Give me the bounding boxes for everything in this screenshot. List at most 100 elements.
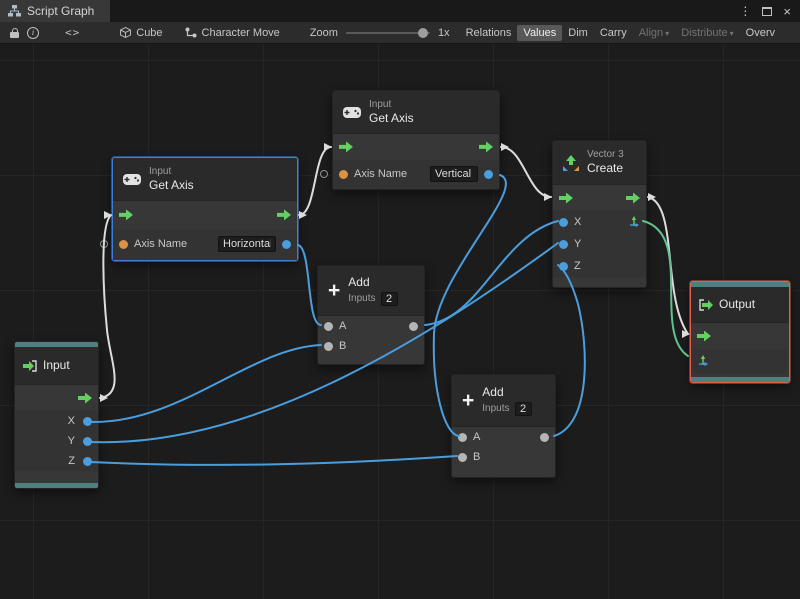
maximize-icon[interactable] — [762, 6, 773, 16]
zoom-value: 1x — [437, 26, 450, 39]
flow-out-port[interactable] — [78, 392, 92, 404]
align-dropdown[interactable]: Align ▾ — [633, 25, 675, 41]
fit-graph-icon[interactable]: <> — [61, 24, 84, 42]
x-out-port[interactable] — [83, 416, 92, 426]
node-get-axis-horizontal[interactable]: Input Get Axis Axis Name — [100, 157, 298, 261]
zoom-label: Zoom — [309, 26, 338, 39]
node-title: Add — [348, 275, 370, 290]
port-row-a: A — [318, 316, 424, 336]
flow-out-port[interactable] — [626, 192, 640, 204]
tab-title: Script Graph — [27, 4, 95, 18]
node-add-1[interactable]: + Add Inputs A B — [317, 265, 425, 365]
gamepad-icon — [123, 173, 141, 185]
node-graph-input[interactable]: Input X Y Z — [14, 341, 99, 489]
flow-in-port[interactable] — [559, 192, 573, 204]
graph-canvas[interactable]: Input Get Axis Axis Name Vertical Input … — [0, 44, 800, 599]
wire-flow-vector3-to-output[interactable] — [647, 196, 689, 335]
port-label: X — [574, 216, 582, 228]
port-label: Y — [574, 238, 582, 250]
chevron-down-icon: ▾ — [729, 28, 734, 38]
node-add-2[interactable]: + Add Inputs A B — [451, 374, 556, 478]
flow-out-port[interactable] — [277, 209, 291, 221]
port-label: B — [339, 340, 347, 352]
info-icon[interactable]: i — [23, 24, 43, 42]
z-out-port[interactable] — [83, 456, 92, 466]
y-out-port[interactable] — [83, 436, 92, 446]
flow-out-port[interactable] — [479, 141, 493, 153]
inputs-label: Inputs — [482, 402, 510, 414]
add-icon: + — [328, 279, 341, 302]
vector-port-row — [691, 349, 789, 373]
sum-port[interactable] — [540, 432, 549, 442]
zoom-slider[interactable] — [345, 27, 430, 38]
zoom-slider-handle[interactable] — [417, 27, 428, 38]
inputs-count-input[interactable] — [380, 291, 398, 306]
vector3-in-port-move-icon[interactable] — [697, 355, 709, 367]
carry-button[interactable]: Carry — [594, 25, 633, 41]
flow-in-port[interactable] — [697, 330, 711, 342]
overview-button[interactable]: Overv — [740, 25, 781, 41]
input-b-port[interactable] — [324, 341, 333, 351]
x-port[interactable] — [559, 217, 568, 227]
lock-icon[interactable] — [6, 24, 23, 42]
node-get-axis-vertical[interactable]: Input Get Axis Axis Name — [320, 90, 500, 190]
breadcrumb-gameobject[interactable]: Cube — [120, 26, 163, 39]
port-label: A — [473, 431, 481, 443]
wire-input-x-to-add1-b[interactable] — [89, 344, 322, 424]
graph-toolbar: i <> Cube Character Move Zoom 1x Relatio… — [0, 22, 800, 44]
z-port[interactable] — [559, 261, 568, 271]
node-graph-output[interactable]: Output — [690, 281, 790, 383]
node-header: + Add Inputs — [318, 266, 424, 316]
flow-in-port[interactable] — [339, 141, 353, 153]
node-header: Input Get Axis — [113, 158, 297, 202]
node-vector3-create[interactable]: Vector 3 Create X Y Z — [552, 140, 647, 288]
relations-button[interactable]: Relations — [460, 25, 518, 41]
inputs-label: Inputs — [348, 292, 376, 304]
flow-port-row — [333, 134, 499, 159]
flow-arrowhead — [648, 193, 656, 201]
vector3-result-port-move-icon[interactable] — [628, 216, 640, 228]
node-header: + Add Inputs — [452, 375, 555, 427]
flow-in-port[interactable] — [119, 209, 133, 221]
graph-output-icon — [699, 298, 713, 311]
inputs-count-input[interactable] — [514, 401, 532, 416]
port-row-a: A — [452, 427, 555, 447]
string-port[interactable] — [339, 169, 348, 179]
input-a-port[interactable] — [458, 432, 467, 442]
script-graph-tab-icon — [8, 5, 21, 17]
dim-button[interactable]: Dim — [562, 25, 594, 41]
wire-input-z-to-add2-b[interactable] — [89, 455, 458, 466]
distribute-dropdown[interactable]: Distribute ▾ — [675, 25, 739, 41]
tab-script-graph[interactable]: Script Graph — [0, 0, 111, 22]
io-node-cap — [15, 483, 98, 488]
node-category: Input — [149, 165, 172, 177]
kebab-menu-icon[interactable]: ⋮ — [739, 5, 751, 17]
axis-name-input[interactable] — [218, 236, 276, 253]
port-row-y: Y — [553, 233, 646, 255]
port-row-b: B — [318, 336, 424, 356]
sum-port[interactable] — [409, 321, 418, 331]
close-icon[interactable]: × — [783, 5, 791, 18]
wire-add1-sum-to-vector3-x[interactable] — [424, 220, 559, 326]
y-port[interactable] — [559, 239, 568, 249]
node-category: Input — [369, 98, 392, 110]
wire-add2-sum-to-vector3-z[interactable] — [553, 264, 586, 437]
result-port[interactable] — [484, 169, 493, 179]
input-a-port[interactable] — [324, 321, 333, 331]
values-button[interactable]: Values — [517, 24, 563, 41]
unconnected-port-marker — [320, 170, 328, 179]
wire-vector3-result-to-output[interactable] — [642, 220, 689, 357]
wire-flow-getaxis-horizontal-to-vertical[interactable] — [298, 146, 332, 216]
wire-flow-getaxis-vertical-to-vector3[interactable] — [500, 146, 552, 198]
axis-name-input[interactable] — [430, 166, 478, 183]
flow-arrowhead — [501, 143, 509, 151]
flow-port-row — [691, 323, 789, 349]
breadcrumb-graph[interactable]: Character Move — [185, 27, 280, 39]
node-category: Vector 3 — [587, 149, 624, 161]
result-port[interactable] — [282, 239, 291, 249]
cube-icon — [120, 27, 132, 38]
input-b-port[interactable] — [458, 452, 467, 462]
string-port[interactable] — [119, 239, 128, 249]
gameobject-name: Cube — [136, 26, 163, 39]
flow-arrowhead — [324, 143, 332, 151]
